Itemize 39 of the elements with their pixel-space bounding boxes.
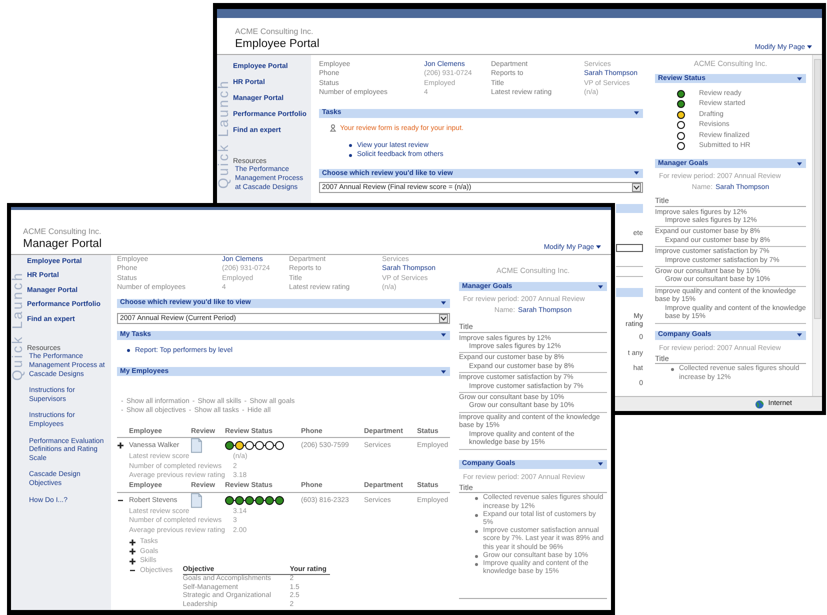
expand-icon[interactable] <box>129 538 136 546</box>
bullet-icon <box>475 530 478 534</box>
caret-icon <box>807 45 812 50</box>
caret-icon <box>634 111 639 116</box>
expand-icon[interactable] <box>129 548 136 556</box>
caret-icon <box>598 284 603 289</box>
company-name: ACME Consulting Inc. <box>23 227 102 237</box>
quick-launch-watermark: Quick Launch <box>217 79 230 189</box>
caret-icon <box>797 162 802 166</box>
portal-title: Employee Portal <box>235 37 320 52</box>
dropdown-icon <box>632 182 641 192</box>
globe-icon <box>755 400 764 408</box>
caret-icon <box>634 171 639 176</box>
expand-icon[interactable] <box>117 442 124 450</box>
bullet-icon <box>475 562 478 566</box>
caret-icon <box>797 333 802 337</box>
scrollbar[interactable] <box>812 55 822 396</box>
input-field[interactable] <box>616 244 643 252</box>
caret-icon <box>441 301 446 306</box>
caret-icon <box>596 245 601 250</box>
quick-launch-watermark: Quick Launch <box>11 271 24 381</box>
caret-icon <box>598 462 603 466</box>
caret-icon <box>441 370 446 374</box>
section-header <box>616 288 643 298</box>
notice-icon <box>329 124 337 132</box>
section-header <box>616 204 643 213</box>
caret-icon <box>797 76 802 81</box>
company-name: ACME Consulting Inc. <box>235 27 314 37</box>
bullet-icon <box>671 368 674 372</box>
portal-title: Manager Portal <box>23 237 102 252</box>
caret-icon <box>441 333 446 338</box>
dropdown-icon <box>439 314 448 323</box>
bullet-icon <box>475 514 478 517</box>
bullet-icon <box>349 144 352 148</box>
bullet-icon <box>127 348 130 352</box>
bullet-icon <box>475 554 478 558</box>
expand-icon[interactable] <box>129 558 136 565</box>
bullet-icon <box>475 497 478 500</box>
bullet-icon <box>349 154 352 157</box>
